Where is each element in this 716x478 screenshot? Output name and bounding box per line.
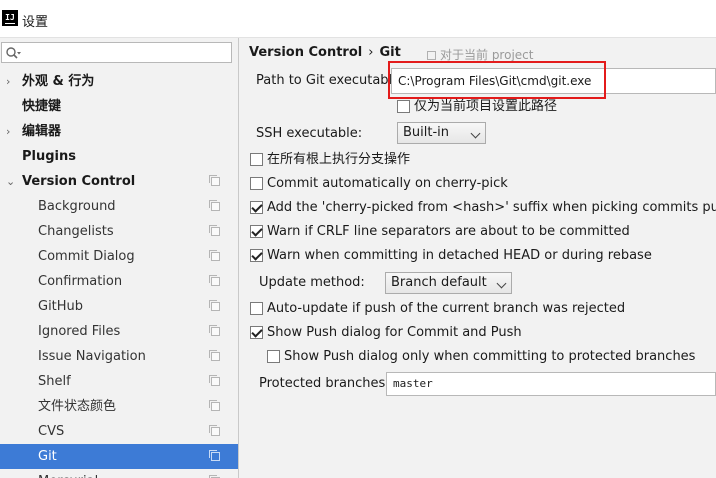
sidebar-item-issue-navigation[interactable]: Issue Navigation [0, 344, 238, 369]
checkbox-box[interactable] [250, 153, 263, 166]
sidebar-item-github[interactable]: GitHub [0, 294, 238, 319]
project-settings-icon [209, 175, 220, 186]
checkbox-box[interactable] [397, 100, 410, 113]
settings-search[interactable] [1, 42, 232, 63]
sidebar-item-plugins[interactable]: Plugins [0, 144, 238, 169]
protected-branches-label: Protected branches: [259, 376, 390, 391]
sidebar-item-label: Shelf [38, 374, 71, 389]
sidebar-item-label: Background [38, 199, 116, 214]
project-settings-icon [209, 250, 220, 261]
checkbox-label: Show Push dialog for Commit and Push [267, 325, 522, 340]
checkbox-box[interactable] [250, 225, 263, 238]
checkbox-box[interactable] [250, 326, 263, 339]
window-title: 设置 [22, 15, 49, 30]
sidebar-item-label: Mercurial [38, 469, 98, 478]
breadcrumb-parent[interactable]: Version Control [249, 45, 362, 60]
sidebar-item-ignored-files[interactable]: Ignored Files [0, 319, 238, 344]
project-note-text: 对于当前 project [440, 48, 534, 62]
title-bar: IJ 设置 [0, 0, 716, 38]
project-settings-icon [209, 300, 220, 311]
sidebar-item-label: 编辑器 [22, 124, 62, 139]
search-input[interactable] [24, 44, 228, 61]
sidebar-item-confirmation[interactable]: Confirmation [0, 269, 238, 294]
search-icon [6, 47, 21, 59]
sidebar-item-file-status-colors[interactable]: 文件状态颜色 [0, 394, 238, 419]
sidebar-item-label: Commit Dialog [38, 249, 135, 264]
sidebar-item-cvs[interactable]: CVS [0, 419, 238, 444]
sidebar-item-label: 外观 & 行为 [22, 74, 95, 89]
breadcrumb-separator: › [368, 45, 374, 60]
sidebar-item-label: 快捷键 [22, 99, 62, 114]
breadcrumb-current: Git [379, 45, 401, 60]
project-settings-icon [209, 375, 220, 386]
sidebar-item-label: Changelists [38, 224, 114, 239]
sidebar-item-keymap[interactable]: 快捷键 [0, 94, 238, 119]
sidebar-item-label: Ignored Files [38, 324, 121, 339]
checkbox-label: Auto-update if push of the current branc… [267, 301, 626, 316]
project-settings-icon [209, 225, 220, 236]
project-settings-icon [209, 275, 220, 286]
checkbox-box[interactable] [267, 350, 280, 363]
settings-sidebar: › 外观 & 行为 快捷键 › 编辑器 Plugins ⌄ Version Co… [0, 38, 239, 478]
sidebar-item-label: CVS [38, 424, 65, 439]
project-settings-icon [209, 325, 220, 336]
chevron-right-icon[interactable]: › [6, 119, 16, 144]
sidebar-item-label: Issue Navigation [38, 349, 146, 364]
protected-branches-input[interactable]: master [386, 372, 716, 396]
project-settings-icon [209, 425, 220, 436]
intellij-logo-icon: IJ [2, 10, 18, 26]
sidebar-item-appearance[interactable]: › 外观 & 行为 [0, 69, 238, 94]
checkbox-label: Commit automatically on cherry-pick [267, 176, 508, 191]
checkbox-box[interactable] [250, 249, 263, 262]
sidebar-item-shelf[interactable]: Shelf [0, 369, 238, 394]
checkbox-box[interactable] [250, 177, 263, 190]
chevron-down-icon [496, 278, 507, 289]
checkbox-box[interactable] [250, 201, 263, 214]
checkbox-label: 仅为当前项目设置此路径 [414, 99, 558, 114]
project-settings-icon [209, 450, 220, 461]
sidebar-item-editor[interactable]: › 编辑器 [0, 119, 238, 144]
sidebar-item-version-control[interactable]: ⌄ Version Control [0, 169, 238, 194]
chevron-down-icon[interactable]: ⌄ [6, 169, 16, 194]
sidebar-item-git[interactable]: Git [0, 444, 238, 469]
sidebar-item-commit-dialog[interactable]: Commit Dialog [0, 244, 238, 269]
checkbox-label: Add the 'cherry-picked from <hash>' suff… [267, 200, 716, 215]
checkbox-box[interactable] [250, 302, 263, 315]
sidebar-item-label: Confirmation [38, 274, 123, 289]
ssh-executable-label: SSH executable: [256, 126, 363, 141]
project-settings-icon [209, 350, 220, 361]
project-settings-icon [209, 400, 220, 411]
sidebar-item-label: GitHub [38, 299, 84, 314]
sidebar-item-background[interactable]: Background [0, 194, 238, 219]
chevron-right-icon[interactable]: › [6, 69, 16, 94]
checkbox-label: Warn when committing in detached HEAD or… [267, 248, 652, 263]
update-method-label: Update method: [259, 275, 365, 290]
sidebar-item-label: 文件状态颜色 [38, 399, 117, 414]
sidebar-item-changelists[interactable]: Changelists [0, 219, 238, 244]
checkbox-label: Warn if CRLF line separators are about t… [267, 224, 630, 239]
chevron-down-icon [470, 128, 481, 139]
sidebar-item-label: Version Control [22, 174, 136, 189]
checkbox-label: 在所有根上执行分支操作 [267, 152, 411, 167]
update-method-dropdown[interactable]: Branch default [385, 272, 512, 294]
sidebar-item-mercurial[interactable]: Mercurial [0, 469, 238, 478]
sidebar-item-label: Plugins [22, 149, 76, 164]
project-settings-icon [427, 51, 436, 60]
ssh-executable-dropdown[interactable]: Built-in [397, 122, 486, 144]
git-path-label: Path to Git executable: [256, 73, 405, 88]
project-settings-icon [209, 200, 220, 211]
breadcrumb: Version Control › Git [249, 45, 401, 60]
annotation-highlight-box [388, 61, 606, 99]
git-settings-panel: Version Control › Git 对于当前 project Path to… [240, 38, 716, 478]
checkbox-label: Show Push dialog only when committing to… [284, 349, 696, 364]
update-method-value: Branch default [391, 275, 487, 290]
sidebar-item-label: Git [38, 449, 57, 464]
ssh-executable-value: Built-in [403, 125, 450, 140]
